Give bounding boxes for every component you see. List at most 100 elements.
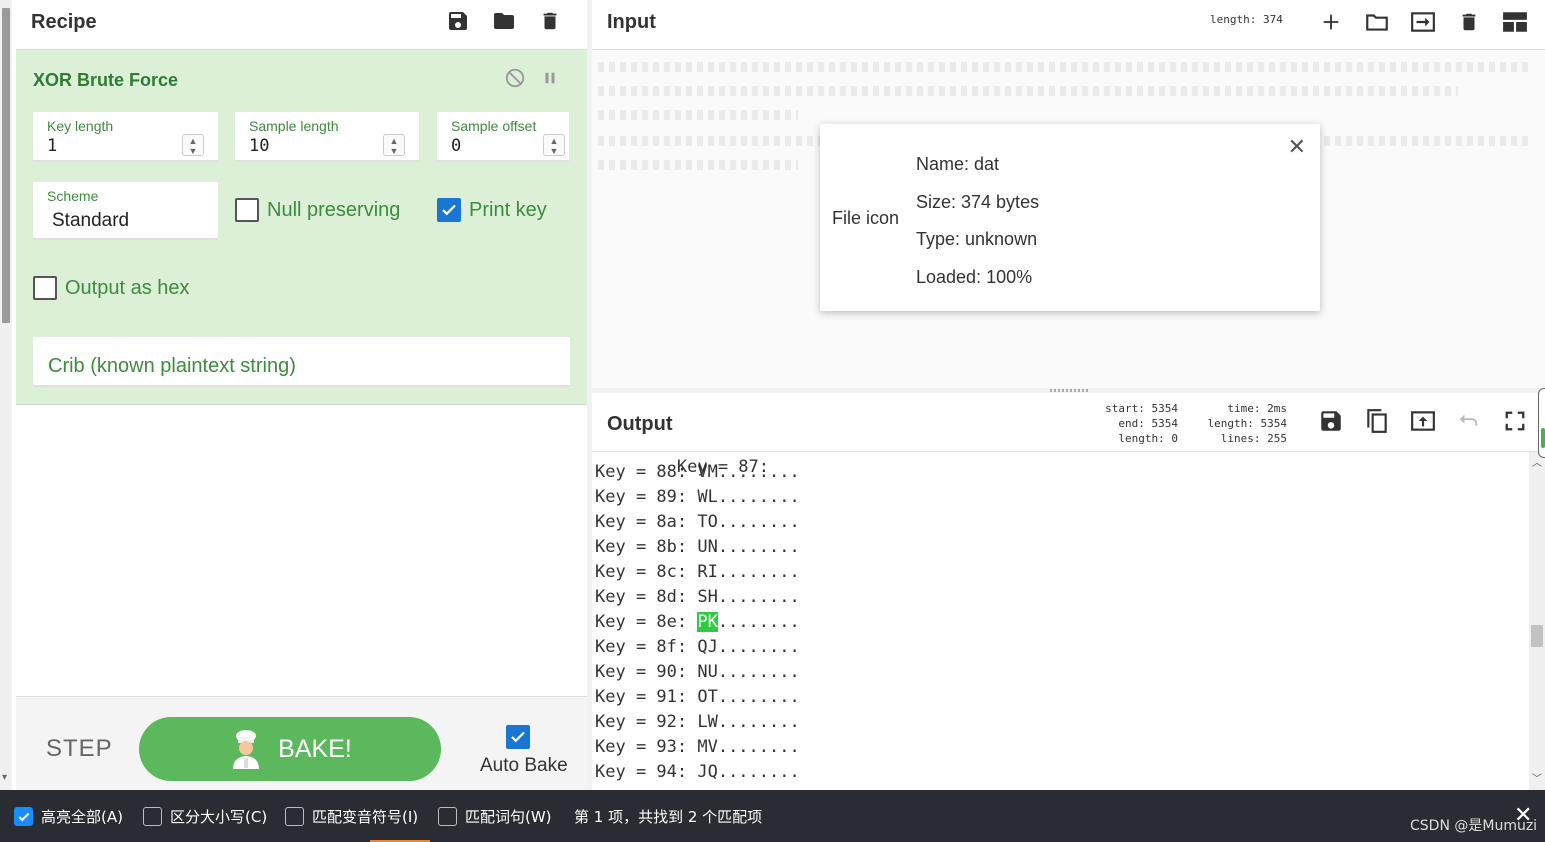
clear-recipe-button[interactable]: [535, 6, 565, 36]
output-pane: Output start: 5354 end: 5354 length: 0 t…: [592, 393, 1545, 790]
bake-controls: STEP BAKE! Auto Bake: [16, 696, 587, 790]
step-button[interactable]: STEP: [46, 735, 113, 763]
scroll-down-arrow-icon[interactable]: ▾: [2, 772, 7, 783]
null-preserving-label: Null preserving: [267, 198, 401, 221]
save-icon: [1321, 411, 1341, 431]
print-key-checkbox[interactable]: Print key: [437, 198, 547, 222]
save-icon: [449, 12, 467, 30]
stepper-up-icon[interactable]: ▲: [189, 136, 198, 146]
output-as-hex-box[interactable]: [33, 276, 57, 300]
crib-input[interactable]: Crib (known plaintext string): [33, 337, 570, 387]
stepper-up-icon[interactable]: ▲: [390, 136, 399, 146]
sample-offset-value[interactable]: 0: [451, 136, 461, 156]
output-line-prefix: Key = 91:: [595, 687, 698, 707]
input-garbled-line: [598, 160, 798, 170]
save-output-button[interactable]: [1315, 405, 1347, 437]
layout-icon: [1503, 12, 1527, 32]
maximize-output-button[interactable]: [1499, 405, 1531, 437]
save-recipe-button[interactable]: [443, 6, 473, 36]
disable-operation-button[interactable]: [503, 66, 527, 90]
sample-length-stepper[interactable]: ▲ ▼: [383, 134, 405, 156]
output-toolbar: [1315, 405, 1531, 437]
breakpoint-button[interactable]: [538, 66, 562, 90]
whole-words-box[interactable]: [438, 807, 457, 826]
scheme-select[interactable]: Scheme Standard: [33, 182, 218, 240]
add-input-tab-button[interactable]: [1315, 6, 1347, 38]
output-scrollbar-thumb[interactable]: [1531, 625, 1543, 647]
highlight-all-checkbox[interactable]: 高亮全部(A): [14, 806, 123, 827]
output-scrollbar[interactable]: ︿ ﹀: [1529, 452, 1545, 790]
match-case-checkbox[interactable]: 区分大小写(C): [143, 806, 267, 827]
output-textarea[interactable]: Key = 87: Key = 88: VM........ Key = 89: …: [592, 452, 1529, 790]
output-line: Key = 88: VM........: [595, 462, 800, 482]
output-end: end: 5354: [1118, 417, 1178, 430]
operation-title: XOR Brute Force: [33, 70, 179, 90]
close-file-button[interactable]: ✕: [1288, 134, 1306, 160]
sample-length-field[interactable]: Sample length 10 ▲ ▼: [235, 112, 419, 162]
match-case-box[interactable]: [143, 807, 162, 826]
output-line-text: JQ........: [697, 762, 800, 782]
stepper-down-icon[interactable]: ▼: [189, 146, 198, 156]
recipe-header: Recipe: [16, 0, 587, 50]
highlight-all-box[interactable]: [14, 807, 33, 826]
reset-layout-button[interactable]: [1499, 6, 1531, 38]
open-file-button[interactable]: [1361, 6, 1393, 38]
bake-button[interactable]: BAKE!: [139, 717, 441, 781]
output-line-text: OT........: [697, 687, 800, 707]
output-line-text: MV........: [697, 737, 800, 757]
null-preserving-checkbox[interactable]: Null preserving: [235, 198, 400, 222]
copy-output-button[interactable]: [1361, 405, 1393, 437]
import-button[interactable]: [1407, 6, 1439, 38]
null-preserving-box[interactable]: [235, 198, 259, 222]
clear-input-button[interactable]: [1453, 6, 1485, 38]
search-highlight: PK: [697, 612, 718, 632]
output-line: Key = 8d: SH........: [595, 587, 800, 607]
key-length-value[interactable]: 1: [47, 136, 57, 156]
close-find-bar-button[interactable]: ✕: [1514, 802, 1532, 828]
output-line: Key = 8b: UN........: [595, 537, 800, 557]
stepper-up-icon[interactable]: ▲: [550, 136, 559, 146]
input-pane: Input length: 374 File icon ✕ Name: dat …: [592, 0, 1545, 388]
output-selection-length: length: 0: [1118, 432, 1178, 445]
output-line-prefix: Key = 93:: [595, 737, 698, 757]
sample-length-value[interactable]: 10: [249, 136, 269, 156]
input-title: Input: [607, 11, 656, 33]
recipe-scrollbar-thumb[interactable]: [2, 8, 10, 323]
move-output-to-input-button[interactable]: [1407, 405, 1439, 437]
recipe-scrollbar[interactable]: ▾: [0, 0, 12, 790]
key-length-stepper[interactable]: ▲ ▼: [182, 134, 204, 156]
match-case-label: 区分大小写(C): [170, 808, 268, 826]
output-line-text: LW........: [697, 712, 800, 732]
pause-icon: [545, 72, 555, 84]
scroll-down-arrow-icon[interactable]: ﹀: [1532, 770, 1542, 785]
output-line: Key = 8e: PK........: [595, 612, 800, 632]
match-diacritics-label: 匹配变音符号(I): [312, 808, 419, 826]
highlight-all-label: 高亮全部(A): [41, 808, 123, 826]
stepper-down-icon[interactable]: ▼: [550, 146, 559, 156]
output-as-hex-checkbox[interactable]: Output as hex: [33, 276, 190, 300]
input-header: Input length: 374: [592, 0, 1545, 50]
output-line-prefix: Key = 94:: [595, 762, 698, 782]
undo-button[interactable]: [1453, 405, 1485, 437]
whole-words-label: 匹配词句(W): [465, 808, 552, 826]
key-length-label: Key length: [47, 118, 114, 134]
trash-icon: [543, 12, 557, 30]
key-length-field[interactable]: Key length 1 ▲ ▼: [33, 112, 218, 162]
auto-bake-checkbox[interactable]: [506, 725, 530, 749]
input-textarea[interactable]: File icon ✕ Name: dat Size: 374 bytes Ty…: [592, 50, 1545, 388]
output-stats-right: time: 2ms length: 5354 lines: 255: [1192, 401, 1287, 446]
stepper-down-icon[interactable]: ▼: [390, 146, 399, 156]
sample-offset-field[interactable]: Sample offset 0 ▲ ▼: [437, 112, 569, 162]
output-line-prefix: Key = 88:: [595, 462, 698, 482]
recipe-toolbar: [443, 6, 565, 36]
match-diacritics-box[interactable]: [285, 807, 304, 826]
splitter-grip[interactable]: [1050, 389, 1090, 392]
load-recipe-button[interactable]: [489, 6, 519, 36]
output-line: Key = 8a: TO........: [595, 512, 800, 532]
print-key-box[interactable]: [437, 198, 461, 222]
trash-icon: [1462, 13, 1476, 31]
app-root: ▾ Recipe XOR Brute Force Key length 1 ▲ …: [0, 0, 1545, 842]
sample-offset-stepper[interactable]: ▲ ▼: [543, 134, 565, 156]
whole-words-checkbox[interactable]: 匹配词句(W): [438, 806, 552, 827]
match-diacritics-checkbox[interactable]: 匹配变音符号(I): [285, 806, 418, 827]
